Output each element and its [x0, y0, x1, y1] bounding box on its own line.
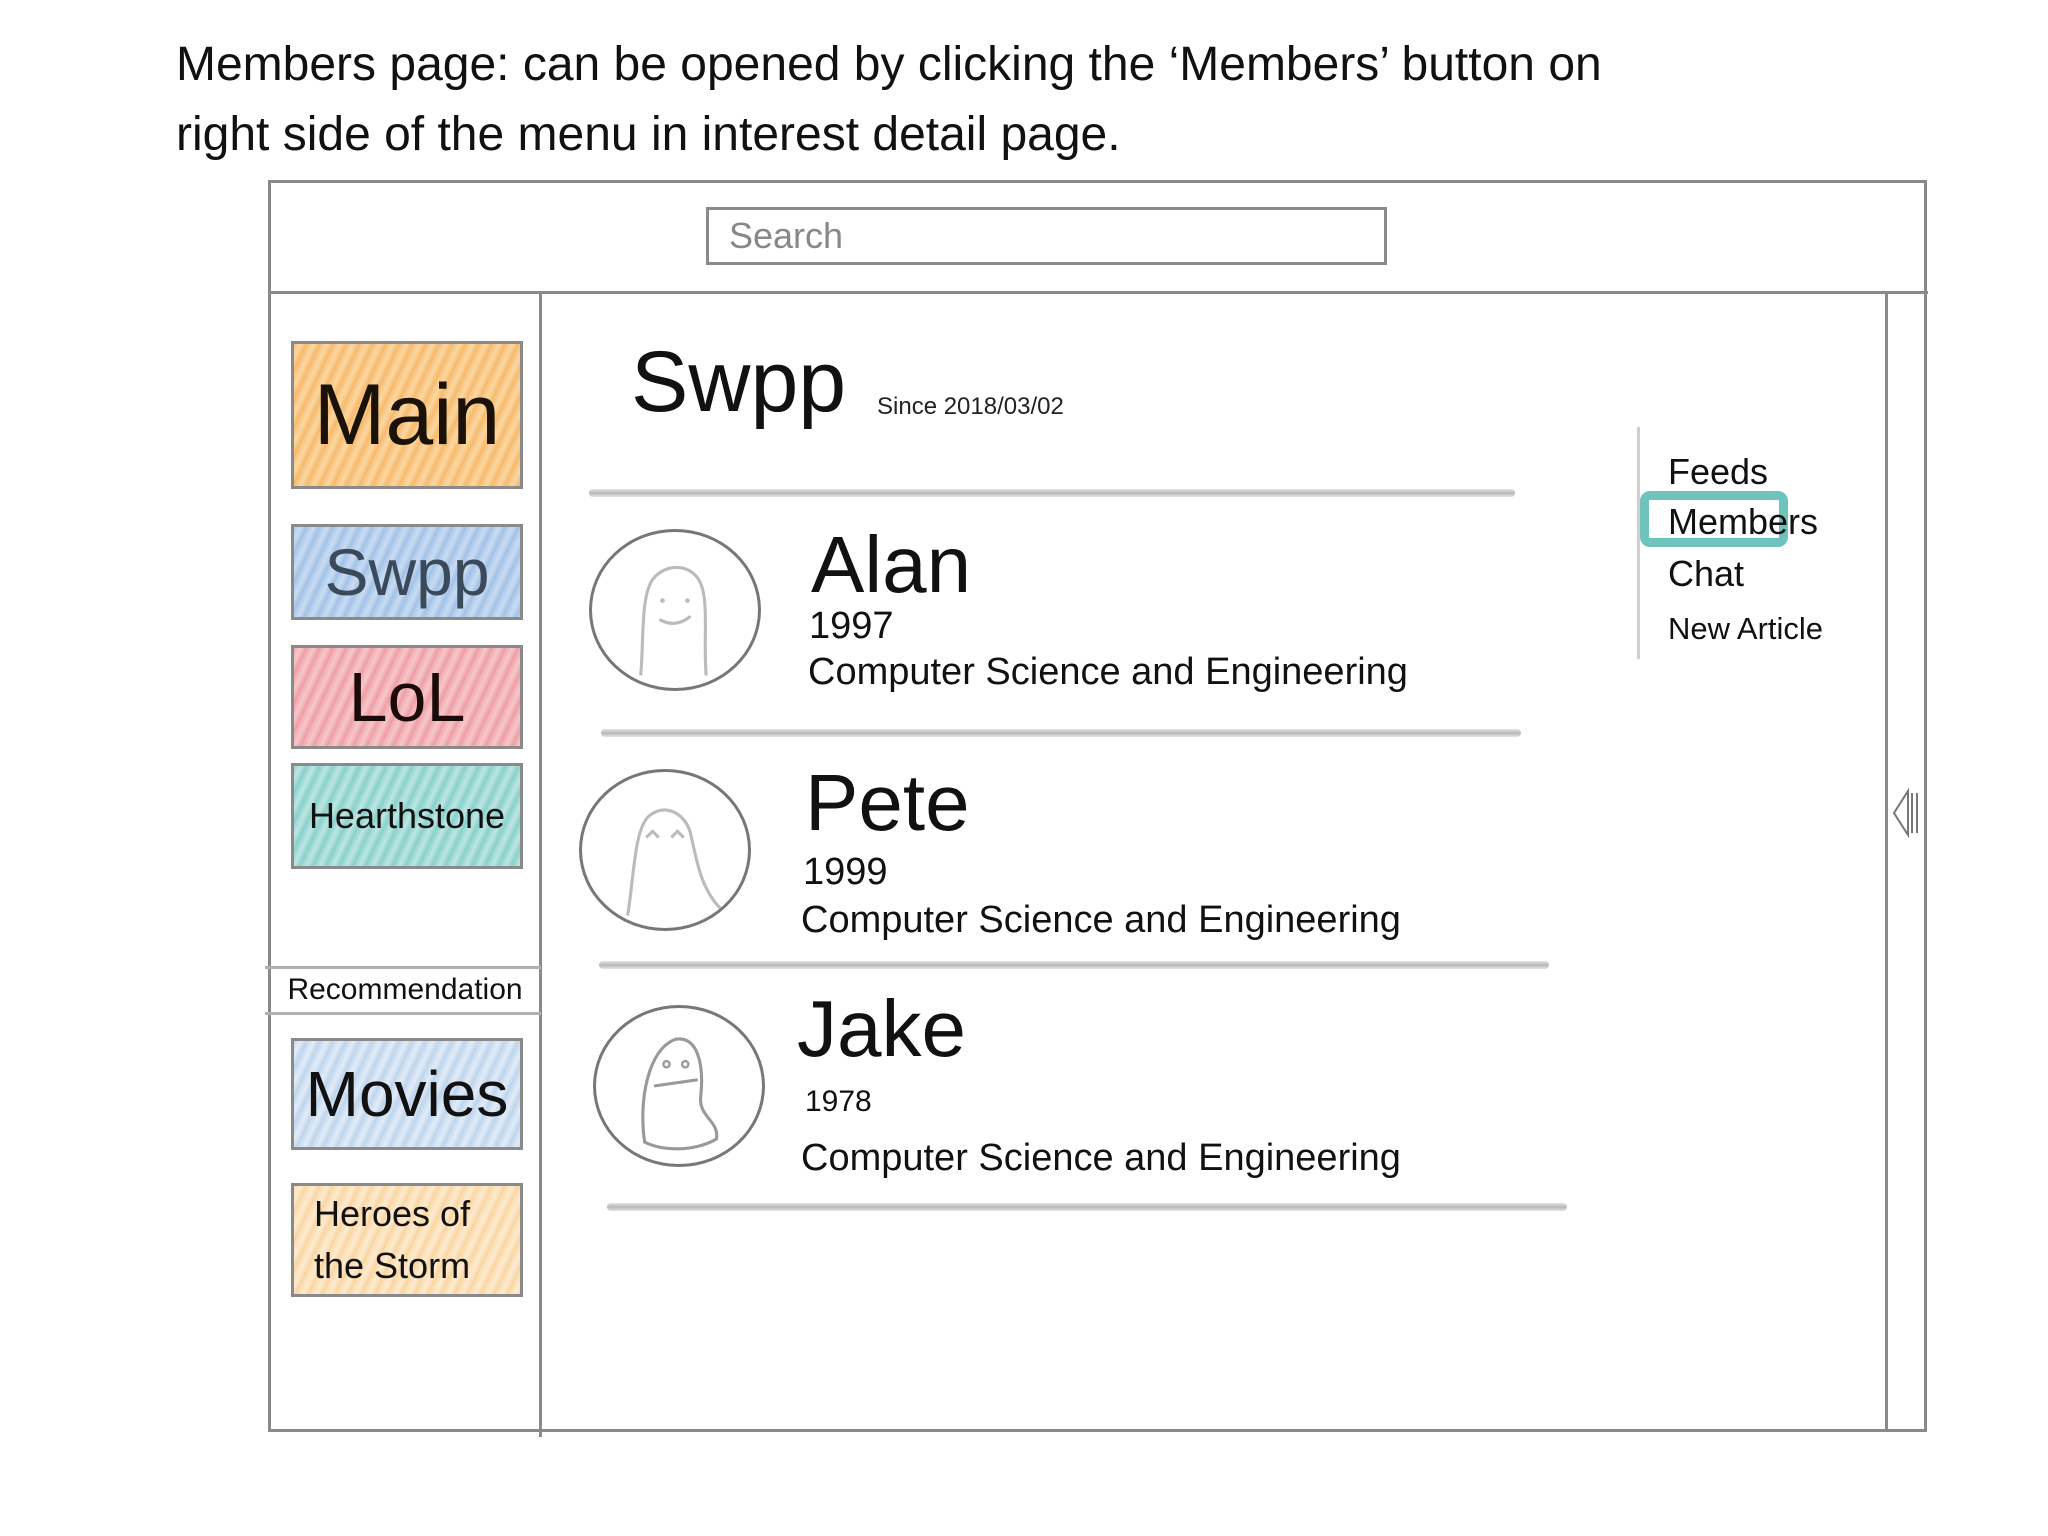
sidebar-item-label: LoL	[348, 658, 466, 736]
page-caption: Members page: can be opened by clicking …	[176, 30, 1776, 170]
avatar-sketch-icon	[641, 1037, 719, 1151]
header-divider	[271, 291, 1928, 294]
member-department: Computer Science and Engineering	[801, 1137, 1401, 1179]
member-name[interactable]: Alan	[811, 519, 971, 611]
menu-divider	[1637, 427, 1640, 659]
sidebar-item-main[interactable]: Main	[291, 341, 523, 489]
sidebar-item-label: Swpp	[324, 535, 490, 609]
sidebar-divider	[539, 291, 542, 1437]
caption-line-1: Members page: can be opened by clicking …	[176, 38, 1602, 91]
sidebar-item-lol[interactable]: LoL	[291, 645, 523, 749]
recommendation-label-line-1: Heroes of	[314, 1193, 471, 1234]
avatar-sketch-icon	[639, 565, 708, 676]
avatar-sketch-icon	[626, 808, 723, 916]
member-department: Computer Science and Engineering	[808, 651, 1408, 693]
app-window: Search Main Swpp LoL Hearthstone Recomme…	[265, 180, 1928, 1437]
menu-item-feeds[interactable]: Feeds	[1668, 451, 1768, 493]
header-content-divider	[589, 489, 1515, 497]
avatar[interactable]	[579, 769, 751, 931]
member-year: 1999	[803, 851, 888, 893]
member-name[interactable]: Pete	[805, 757, 970, 849]
recommendation-divider-bottom	[265, 1012, 541, 1015]
recommendation-label-line-2: the Storm	[314, 1245, 471, 1286]
avatar[interactable]	[589, 529, 761, 691]
right-panel-divider	[1885, 291, 1888, 1429]
recommendation-item-label: Movies	[305, 1058, 509, 1130]
search-input[interactable]: Search	[706, 207, 1387, 265]
menu-item-new-article[interactable]: New Article	[1668, 611, 1823, 647]
member-divider	[599, 961, 1549, 969]
menu-item-chat[interactable]: Chat	[1668, 553, 1744, 595]
search-placeholder: Search	[729, 215, 844, 256]
caption-line-2: right side of the menu in interest detai…	[176, 108, 1121, 161]
member-name[interactable]: Jake	[797, 983, 966, 1075]
sidebar-item-label: Hearthstone	[308, 795, 506, 836]
menu-item-members[interactable]: Members	[1668, 501, 1818, 543]
member-department: Computer Science and Engineering	[801, 899, 1401, 941]
member-divider	[607, 1203, 1567, 1211]
sidebar-item-label: Main	[313, 366, 501, 463]
avatar[interactable]	[593, 1005, 765, 1167]
member-divider	[601, 729, 1521, 737]
group-title: Swpp	[631, 334, 847, 430]
recommendation-item-heroes-of-the-storm[interactable]: Heroes of the Storm	[291, 1183, 523, 1297]
group-since-date: Since 2018/03/02	[877, 393, 1064, 420]
recommendation-item-label: Heroes of the Storm	[314, 1188, 470, 1292]
sidebar-item-swpp[interactable]: Swpp	[291, 524, 523, 620]
member-year: 1978	[805, 1085, 872, 1118]
collapse-panel-icon[interactable]	[1890, 783, 1920, 843]
sidebar-item-hearthstone[interactable]: Hearthstone	[291, 763, 523, 869]
member-year: 1997	[809, 605, 894, 647]
recommendation-heading: Recommendation	[287, 973, 523, 1006]
recommendation-item-movies[interactable]: Movies	[291, 1038, 523, 1150]
